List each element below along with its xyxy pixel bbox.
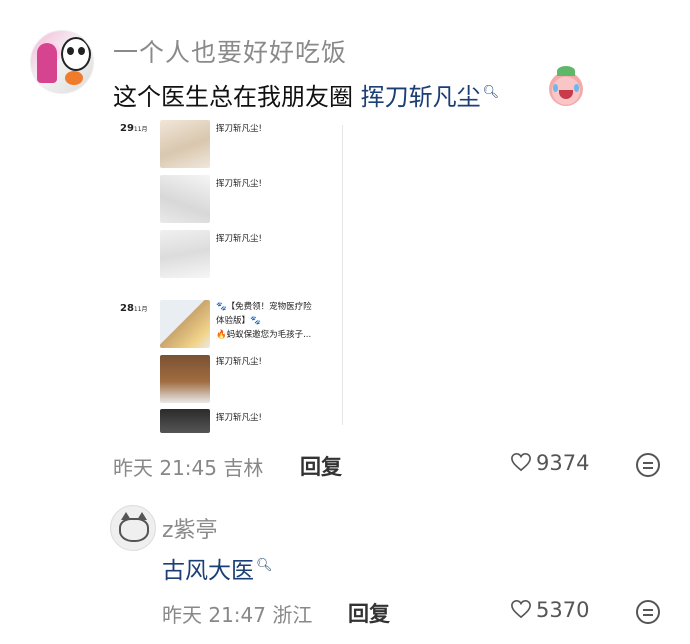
comment-text: 这个医生总在我朋友圈 挥刀斩凡尘 🔍︎ xyxy=(113,77,499,112)
avatar-food-figure xyxy=(65,71,83,85)
divider xyxy=(342,125,343,425)
reply-username[interactable]: z紫亭 xyxy=(162,512,218,544)
post-caption: 挥刀斩凡尘! xyxy=(216,124,262,134)
post-caption: 挥刀斩凡尘! xyxy=(216,357,262,367)
post-caption: 挥刀斩凡尘! xyxy=(216,179,262,189)
post-caption: 🐾【免费领！宠物医疗险 体验版】🐾 🔥蚂蚁保邀您为毛孩子... xyxy=(216,302,312,340)
search-link[interactable]: 挥刀斩凡尘 xyxy=(361,83,481,111)
date-label: 2911月 xyxy=(120,123,148,134)
post-caption: 挥刀斩凡尘! xyxy=(216,234,262,244)
like-count: 9374 xyxy=(536,451,590,475)
like-button[interactable]: 5370 xyxy=(510,598,589,622)
post-thumbnail xyxy=(160,175,210,223)
attached-screenshot-image[interactable]: 2911月 挥刀斩凡尘! 挥刀斩凡尘! 挥刀斩凡尘! 2811月 🐾【免费领！宠… xyxy=(110,115,350,433)
reply-meta: 昨天 21:47 浙江 xyxy=(162,603,313,627)
comment-text-prefix: 这个医生总在我朋友圈 xyxy=(113,83,353,111)
avatar-girl-figure xyxy=(37,43,57,83)
heart-icon xyxy=(511,599,531,619)
post-thumbnail xyxy=(160,409,210,433)
reply-button[interactable]: 回复 xyxy=(300,451,342,481)
date-label: 2811月 xyxy=(120,303,148,314)
avatar-panda-figure xyxy=(61,37,91,71)
reply-text: 古风大医 🔍︎ xyxy=(162,551,273,585)
more-options-icon[interactable] xyxy=(636,453,660,477)
post-thumbnail xyxy=(160,120,210,168)
comment-username[interactable]: 一个人也要好好吃饭 xyxy=(113,33,347,69)
comment-meta: 昨天 21:45 吉林 xyxy=(113,456,264,480)
search-link[interactable]: 古风大医 xyxy=(162,558,254,584)
more-options-icon[interactable] xyxy=(636,600,660,624)
like-button[interactable]: 9374 xyxy=(510,451,589,475)
post-thumbnail xyxy=(160,230,210,278)
post-thumbnail xyxy=(160,355,210,403)
post-thumbnail xyxy=(160,300,210,348)
cat-face-icon xyxy=(119,512,149,542)
reply-button[interactable]: 回复 xyxy=(348,598,390,628)
search-icon[interactable]: 🔍︎ xyxy=(483,85,500,100)
avatar[interactable] xyxy=(30,30,94,94)
post-caption: 挥刀斩凡尘! xyxy=(216,413,262,423)
like-count: 5370 xyxy=(536,598,590,622)
avatar[interactable] xyxy=(110,505,156,551)
heart-icon xyxy=(511,452,531,472)
crying-peach-emoji-icon xyxy=(549,66,583,106)
search-icon[interactable]: 🔍︎ xyxy=(256,558,273,573)
